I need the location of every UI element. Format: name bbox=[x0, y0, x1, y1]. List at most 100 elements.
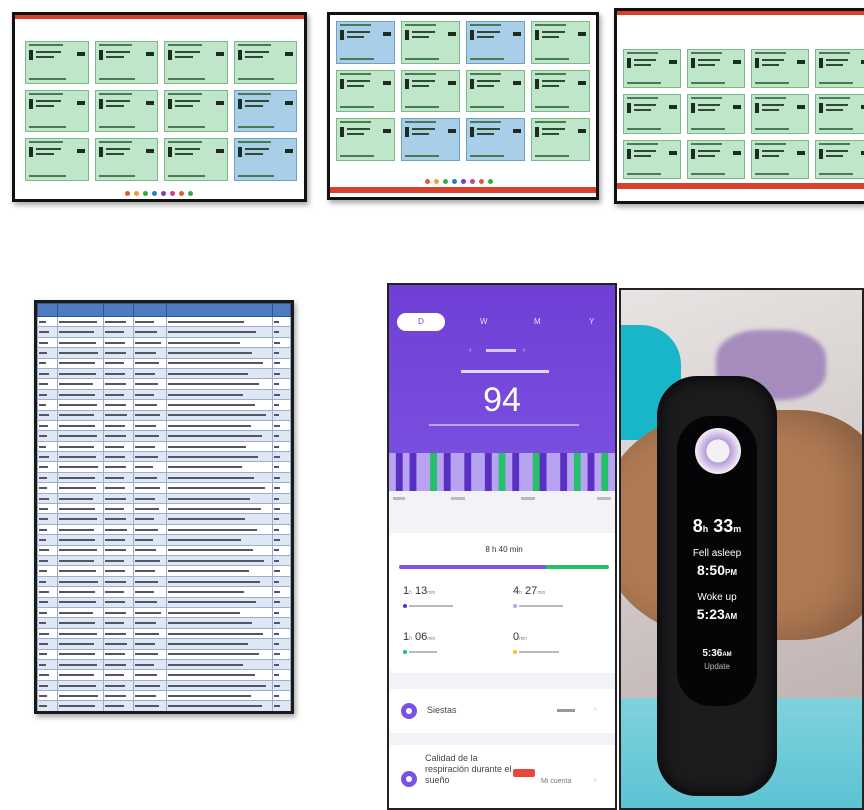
sleep-stage-segment bbox=[532, 453, 541, 491]
card-line bbox=[627, 97, 658, 100]
light-sleep-value: 4h 27min bbox=[513, 585, 546, 597]
card-line bbox=[819, 127, 853, 130]
table-cell bbox=[57, 606, 104, 619]
card-line bbox=[168, 92, 202, 95]
status-card bbox=[815, 94, 864, 134]
card-line bbox=[168, 98, 172, 109]
card-line bbox=[340, 78, 344, 89]
tab-day[interactable]: D bbox=[397, 313, 445, 331]
tab-year[interactable]: Y bbox=[589, 313, 594, 331]
card-line bbox=[535, 155, 570, 157]
card-line bbox=[535, 106, 570, 109]
table-row bbox=[37, 440, 291, 453]
card-line bbox=[698, 149, 721, 152]
table-cell bbox=[57, 658, 104, 671]
card-line bbox=[535, 57, 570, 60]
card-line bbox=[340, 106, 375, 109]
table-cell bbox=[272, 367, 291, 380]
table-cell bbox=[102, 388, 135, 401]
card-line bbox=[627, 82, 661, 85]
table-cell bbox=[57, 617, 104, 629]
card-line bbox=[215, 100, 224, 105]
card-line bbox=[29, 77, 66, 80]
card-line bbox=[627, 52, 658, 54]
table-cell bbox=[133, 523, 167, 536]
card-line bbox=[826, 109, 843, 112]
table-cell bbox=[272, 461, 291, 473]
date-next-icon[interactable]: › bbox=[523, 347, 525, 354]
card-line bbox=[634, 109, 651, 112]
table-cell bbox=[102, 315, 135, 328]
table-cell bbox=[102, 700, 135, 711]
score-description bbox=[429, 424, 579, 426]
table-cell bbox=[57, 554, 104, 567]
sleep-stage-segment bbox=[450, 453, 458, 491]
time-tick bbox=[521, 497, 535, 500]
table-cell bbox=[102, 357, 135, 369]
sleep-app-screenshot: D W M Y ‹ › 94 8 h 40 min 1h 13min 4h 27… bbox=[387, 283, 617, 810]
sleep-summary-card: 8 h 40 min 1h 13min 4h 27min 1h 06min 0m… bbox=[389, 533, 615, 673]
table-cell bbox=[37, 347, 59, 359]
table-cell bbox=[57, 399, 104, 411]
card-line bbox=[627, 142, 658, 145]
card-line bbox=[237, 50, 242, 60]
table-row bbox=[37, 388, 291, 401]
sleep-stage-segment bbox=[580, 453, 589, 491]
sleep-stage-segment bbox=[567, 453, 575, 491]
update-label: Update bbox=[704, 662, 730, 671]
breathing-quality-row[interactable]: Calidad de la respiración durante el sue… bbox=[389, 745, 615, 808]
status-card bbox=[401, 118, 460, 161]
table-cell bbox=[57, 648, 104, 660]
table-cell bbox=[165, 315, 274, 328]
table-cell bbox=[57, 565, 104, 577]
date-prev-icon[interactable]: ‹ bbox=[469, 347, 471, 354]
card-line bbox=[691, 103, 695, 114]
card-line bbox=[405, 72, 437, 75]
tab-month[interactable]: M bbox=[534, 313, 541, 331]
table-cell bbox=[165, 347, 274, 359]
sleep-stage-segment bbox=[573, 453, 582, 491]
table-cell bbox=[165, 700, 274, 711]
table-cell bbox=[165, 648, 274, 660]
status-card bbox=[25, 41, 89, 84]
card-line bbox=[762, 104, 785, 107]
card-line bbox=[347, 128, 370, 131]
card-line bbox=[244, 153, 263, 156]
sleep-stage-segment bbox=[491, 453, 500, 491]
table-cell bbox=[37, 326, 59, 338]
card-line bbox=[819, 58, 823, 68]
tab-week[interactable]: W bbox=[480, 313, 488, 331]
card-line bbox=[627, 103, 631, 114]
table-cell bbox=[133, 596, 167, 608]
band-time: 8h 33m bbox=[692, 516, 742, 536]
card-line bbox=[634, 59, 657, 61]
card-line bbox=[412, 79, 435, 82]
table-cell bbox=[272, 513, 291, 525]
card-line bbox=[535, 30, 539, 40]
table-cell bbox=[165, 461, 274, 473]
card-line bbox=[340, 30, 344, 40]
sleep-stage-segment bbox=[436, 453, 445, 491]
status-card bbox=[531, 69, 590, 113]
naps-row[interactable]: Siestas › bbox=[389, 689, 615, 733]
table-row bbox=[37, 336, 291, 349]
sleep-stage-segment bbox=[608, 453, 615, 491]
card-line bbox=[755, 82, 789, 85]
card-line bbox=[542, 84, 560, 87]
table-cell bbox=[272, 409, 291, 421]
card-line bbox=[244, 104, 263, 107]
card-line bbox=[285, 52, 293, 56]
table-cell bbox=[133, 565, 167, 577]
table-cell bbox=[57, 544, 104, 557]
dashboard-header-bar bbox=[617, 11, 864, 15]
table-cell bbox=[272, 700, 291, 711]
table-cell bbox=[37, 503, 59, 515]
table-cell bbox=[133, 534, 167, 546]
card-line bbox=[215, 52, 224, 56]
table-cell bbox=[102, 461, 135, 473]
card-line bbox=[755, 173, 789, 175]
card-line bbox=[535, 78, 539, 89]
table-cell bbox=[102, 409, 135, 421]
table-cell bbox=[37, 648, 59, 660]
date-label bbox=[486, 349, 516, 352]
